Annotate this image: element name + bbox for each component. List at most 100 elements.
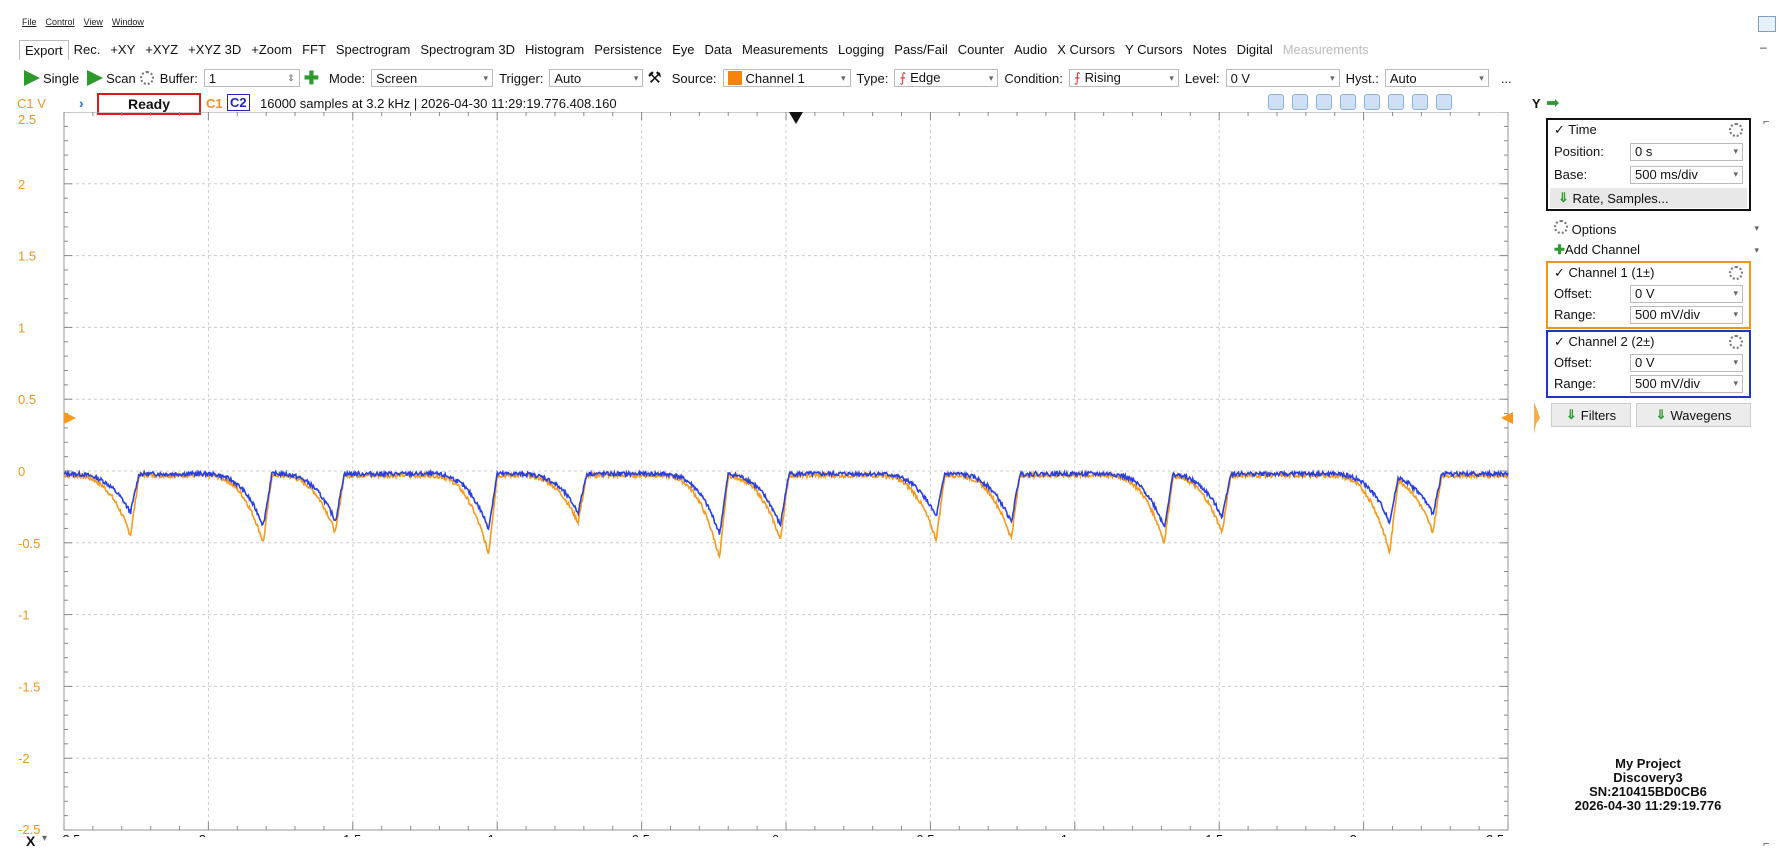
buffer-stepper-icon[interactable]: ⇕ bbox=[287, 73, 295, 84]
base-input[interactable]: 500 ms/div ▾ bbox=[1630, 165, 1743, 184]
rate-samples-button[interactable]: ⇓ Rate, Samples... bbox=[1550, 188, 1747, 208]
zoom-in-icon[interactable] bbox=[1268, 94, 1284, 110]
tab-rec[interactable]: Rec. bbox=[69, 40, 106, 60]
resize-grip-icon[interactable]: ⌐ bbox=[1763, 838, 1769, 850]
tab-digital[interactable]: Digital bbox=[1232, 40, 1278, 60]
tab-measurements[interactable]: Measurements bbox=[737, 40, 833, 60]
restore-window-icon[interactable] bbox=[1758, 16, 1776, 32]
time-panel: ✓ Time Position: 0 s ▾ Base: 500 ms/div ▾ ⇓ … bbox=[1546, 118, 1751, 211]
base-value: 500 ms/div bbox=[1635, 167, 1698, 182]
channel1-toggle[interactable]: C1 bbox=[206, 96, 223, 111]
tab-fft[interactable]: FFT bbox=[297, 40, 331, 60]
vertical-zoom-icon[interactable] bbox=[1340, 94, 1356, 110]
scope-plot[interactable]: 2.521.510.50-0.5-1-1.5-2-2.5-2.5 s-2 s-1… bbox=[0, 112, 1540, 837]
trigger-hammer-icon[interactable]: ⚒ bbox=[643, 68, 665, 88]
scan-play-icon bbox=[87, 70, 104, 86]
level-label: Level: bbox=[1184, 70, 1220, 86]
tab-xyz-3d[interactable]: +XYZ 3D bbox=[183, 40, 246, 60]
minimize-icon[interactable]: – bbox=[1760, 40, 1767, 54]
position-input[interactable]: 0 s ▾ bbox=[1630, 142, 1743, 161]
tab-pass-fail[interactable]: Pass/Fail bbox=[889, 40, 952, 60]
y-tick-label: 0.5 bbox=[18, 392, 36, 407]
zoom-out-icon[interactable] bbox=[1412, 94, 1428, 110]
x-axis-label[interactable]: X bbox=[26, 833, 35, 849]
options-row[interactable]: Options ▾ bbox=[1548, 218, 1765, 238]
tab-export[interactable]: Export bbox=[19, 40, 69, 60]
tab-logging[interactable]: Logging bbox=[833, 40, 889, 60]
time-title: ✓ Time bbox=[1554, 122, 1597, 137]
device-serial: SN:210415BD0CB6 bbox=[1589, 784, 1707, 799]
align-icon[interactable] bbox=[1364, 94, 1380, 110]
x-tick-label: -1.5 s bbox=[339, 832, 372, 837]
ch1-range-input[interactable]: 500 mV/div ▾ bbox=[1630, 305, 1743, 324]
cursor-icon[interactable] bbox=[1292, 94, 1308, 110]
filters-button[interactable]: ⇓ Filters bbox=[1551, 403, 1631, 427]
channel1-offset-marker[interactable] bbox=[64, 412, 76, 424]
single-button[interactable]: Single bbox=[20, 70, 83, 86]
tab-notes[interactable]: Notes bbox=[1188, 40, 1232, 60]
tab-x-cursors[interactable]: X Cursors bbox=[1052, 40, 1120, 60]
expand-chevron-icon[interactable]: › bbox=[79, 95, 84, 111]
add-channel-row[interactable]: ✚Add Channel ▾ bbox=[1548, 240, 1765, 260]
add-plus-icon[interactable]: ✚ bbox=[300, 68, 323, 89]
x-axis-chevron-icon[interactable]: ▾ bbox=[42, 833, 47, 844]
tab-zoom[interactable]: +Zoom bbox=[246, 40, 297, 60]
x-tick-label: 0 s bbox=[772, 832, 790, 837]
tab-audio[interactable]: Audio bbox=[1009, 40, 1052, 60]
menu-view[interactable]: View bbox=[84, 17, 103, 31]
menu-window[interactable]: Window bbox=[112, 17, 144, 31]
mode-select[interactable]: Screen ▾ bbox=[371, 69, 494, 87]
tab-eye[interactable]: Eye bbox=[667, 40, 699, 60]
type-select[interactable]: ⨍ Edge ▾ bbox=[894, 69, 999, 87]
x-tick-label: 0.5 s bbox=[916, 832, 945, 837]
ch2-offset-input[interactable]: 0 V ▾ bbox=[1630, 353, 1743, 372]
panel-scroll-icon[interactable]: ⌐ bbox=[1763, 116, 1769, 128]
wavegens-button[interactable]: ⇓ Wavegens bbox=[1636, 403, 1751, 427]
ch1-offset-input[interactable]: 0 V ▾ bbox=[1630, 284, 1743, 303]
x-tick-label: 2.5 s bbox=[1486, 832, 1515, 837]
ch2-range-input[interactable]: 500 mV/div ▾ bbox=[1630, 374, 1743, 393]
tab-xyz[interactable]: +XYZ bbox=[140, 40, 183, 60]
ch2-offset-label: Offset: bbox=[1554, 355, 1593, 370]
tab-y-cursors[interactable]: Y Cursors bbox=[1120, 40, 1188, 60]
channel1-header[interactable]: ✓ Channel 1 (1±) bbox=[1548, 263, 1749, 283]
y-tick-label: -1 bbox=[18, 608, 30, 623]
mode-value: Screen bbox=[376, 70, 418, 86]
menu-control[interactable]: Control bbox=[46, 17, 75, 31]
hyst-select[interactable]: Auto ▾ bbox=[1384, 69, 1489, 87]
horizontal-zoom-icon[interactable] bbox=[1316, 94, 1332, 110]
channel2-header[interactable]: ✓ Channel 2 (2±) bbox=[1548, 332, 1749, 352]
menu-file[interactable]: File bbox=[22, 17, 37, 31]
tab-histogram[interactable]: Histogram bbox=[520, 40, 589, 60]
tab-persistence[interactable]: Persistence bbox=[589, 40, 667, 60]
zoom-reset-icon[interactable] bbox=[1436, 94, 1452, 110]
more-button[interactable]: ... bbox=[1489, 71, 1512, 86]
channel1-settings-icon[interactable] bbox=[1729, 266, 1743, 280]
time-header[interactable]: ✓ Time bbox=[1548, 120, 1749, 140]
tab-spectrogram[interactable]: Spectrogram bbox=[331, 40, 415, 60]
condition-select[interactable]: ⨍ Rising ▾ bbox=[1068, 69, 1179, 87]
y-axis-channel-label: C1 V bbox=[17, 96, 46, 111]
trigger-position-marker[interactable] bbox=[789, 112, 803, 124]
channel2-toggle[interactable]: C2 bbox=[227, 94, 250, 111]
channel1-title: Channel 1 (1±) bbox=[1568, 265, 1655, 280]
position-label: Position: bbox=[1554, 144, 1604, 159]
trigger-select[interactable]: Auto ▾ bbox=[549, 69, 644, 87]
tab-spectrogram-3d[interactable]: Spectrogram 3D bbox=[415, 40, 520, 60]
tab-xy[interactable]: +XY bbox=[105, 40, 140, 60]
arrow-right-icon[interactable]: ➡ bbox=[1546, 93, 1559, 113]
buffer-input[interactable]: 1 ⇕ bbox=[203, 69, 300, 87]
scan-button[interactable]: Scan bbox=[83, 70, 140, 86]
buffer-settings-icon[interactable] bbox=[139, 71, 154, 85]
device-timestamp: 2026-04-30 11:29:19.776 bbox=[1574, 798, 1722, 813]
time-settings-icon[interactable] bbox=[1729, 123, 1743, 137]
tab-data[interactable]: Data bbox=[700, 40, 737, 60]
tab-counter[interactable]: Counter bbox=[953, 40, 1009, 60]
source-select[interactable]: Channel 1 ▾ bbox=[722, 69, 851, 87]
level-input[interactable]: 0 V ▾ bbox=[1225, 69, 1340, 87]
trigger-value: Auto bbox=[554, 70, 582, 86]
buffer-value: 1 bbox=[208, 70, 217, 86]
channel2-settings-icon[interactable] bbox=[1729, 335, 1743, 349]
chevron-down-icon: ▾ bbox=[1169, 72, 1174, 83]
numbering-icon[interactable] bbox=[1388, 94, 1404, 110]
